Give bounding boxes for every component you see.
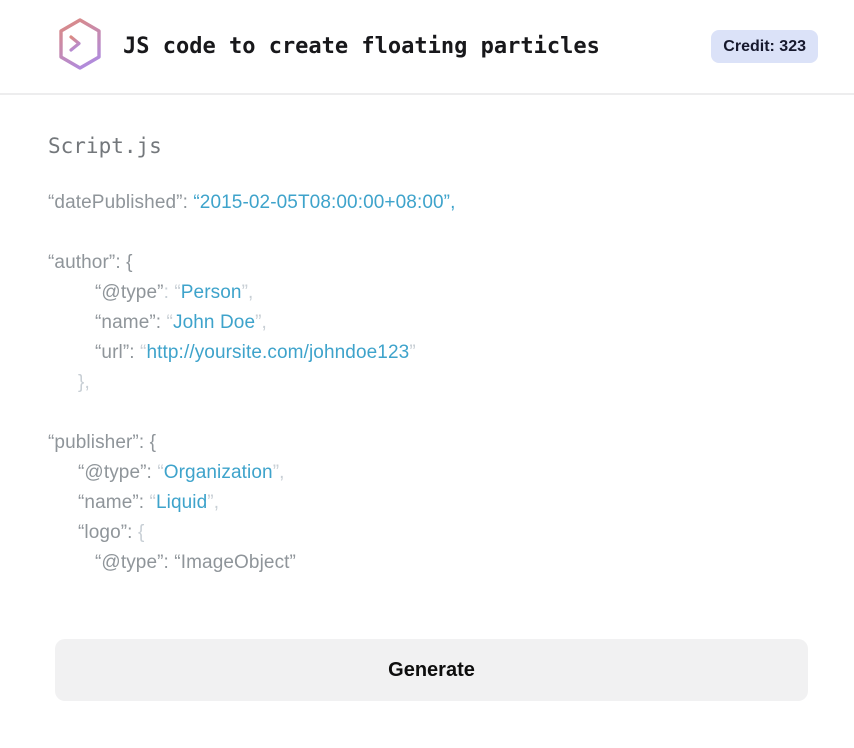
code-line: “name”: “John Doe”, xyxy=(48,308,854,338)
code-block: “datePublished”: “2015-02-05T08:00:00+08… xyxy=(48,188,854,578)
header: JS code to create floating particles Cre… xyxy=(0,0,854,95)
code-token: “url”: xyxy=(95,342,141,363)
code-line: “url”: “http://yoursite.com/johndoe123” xyxy=(48,338,854,368)
code-line: “publisher”: { xyxy=(48,428,854,458)
code-token: Person xyxy=(180,282,242,303)
credit-badge: Credit: 323 xyxy=(711,30,818,63)
code-token: “@type”: xyxy=(78,462,158,483)
filename-heading: Script.js xyxy=(48,134,162,158)
code-token: “name”: xyxy=(78,492,150,513)
code-token: “name”: xyxy=(95,312,167,333)
code-token: http://yoursite.com/johndoe123 xyxy=(146,342,410,363)
generate-button[interactable]: Generate xyxy=(55,639,808,701)
main-content: Script.js “datePublished”: “2015-02-05T0… xyxy=(0,132,854,578)
code-line: “@type”: “ImageObject” xyxy=(48,548,854,578)
code-token: ”, xyxy=(272,462,285,483)
code-token: “publisher”: { xyxy=(48,432,157,453)
code-line: “@type”: “Organization”, xyxy=(48,458,854,488)
code-line: “name”: “Liquid”, xyxy=(48,488,854,518)
code-line: “logo”: { xyxy=(48,518,854,548)
terminal-hexagon-icon[interactable] xyxy=(55,17,105,76)
code-token: ”, xyxy=(241,282,254,303)
code-token: “@type” xyxy=(95,282,164,303)
code-token: ”, xyxy=(255,312,267,333)
code-token: “logo”: xyxy=(78,522,138,543)
code-token: John Doe xyxy=(172,312,256,333)
code-token: : “ xyxy=(163,282,181,303)
code-token: ”, xyxy=(207,492,220,513)
code-token: ” xyxy=(409,342,416,363)
code-token: }, xyxy=(78,372,90,393)
code-line: “author”: { xyxy=(48,248,854,278)
code-line: }, xyxy=(48,368,854,398)
page-title: JS code to create floating particles xyxy=(123,34,600,59)
code-token: Liquid xyxy=(155,492,208,513)
code-line: “@type”: “Person”, xyxy=(48,278,854,308)
code-token: “2015-02-05T08:00:00+08:00”, xyxy=(193,192,456,213)
code-token: Organization xyxy=(163,462,273,483)
code-token: “@type”: “ImageObject” xyxy=(95,552,296,573)
code-token: “author”: { xyxy=(48,252,133,273)
code-token: “datePublished”: xyxy=(48,192,194,213)
code-line: “datePublished”: “2015-02-05T08:00:00+08… xyxy=(48,188,854,218)
code-token: { xyxy=(137,522,145,543)
